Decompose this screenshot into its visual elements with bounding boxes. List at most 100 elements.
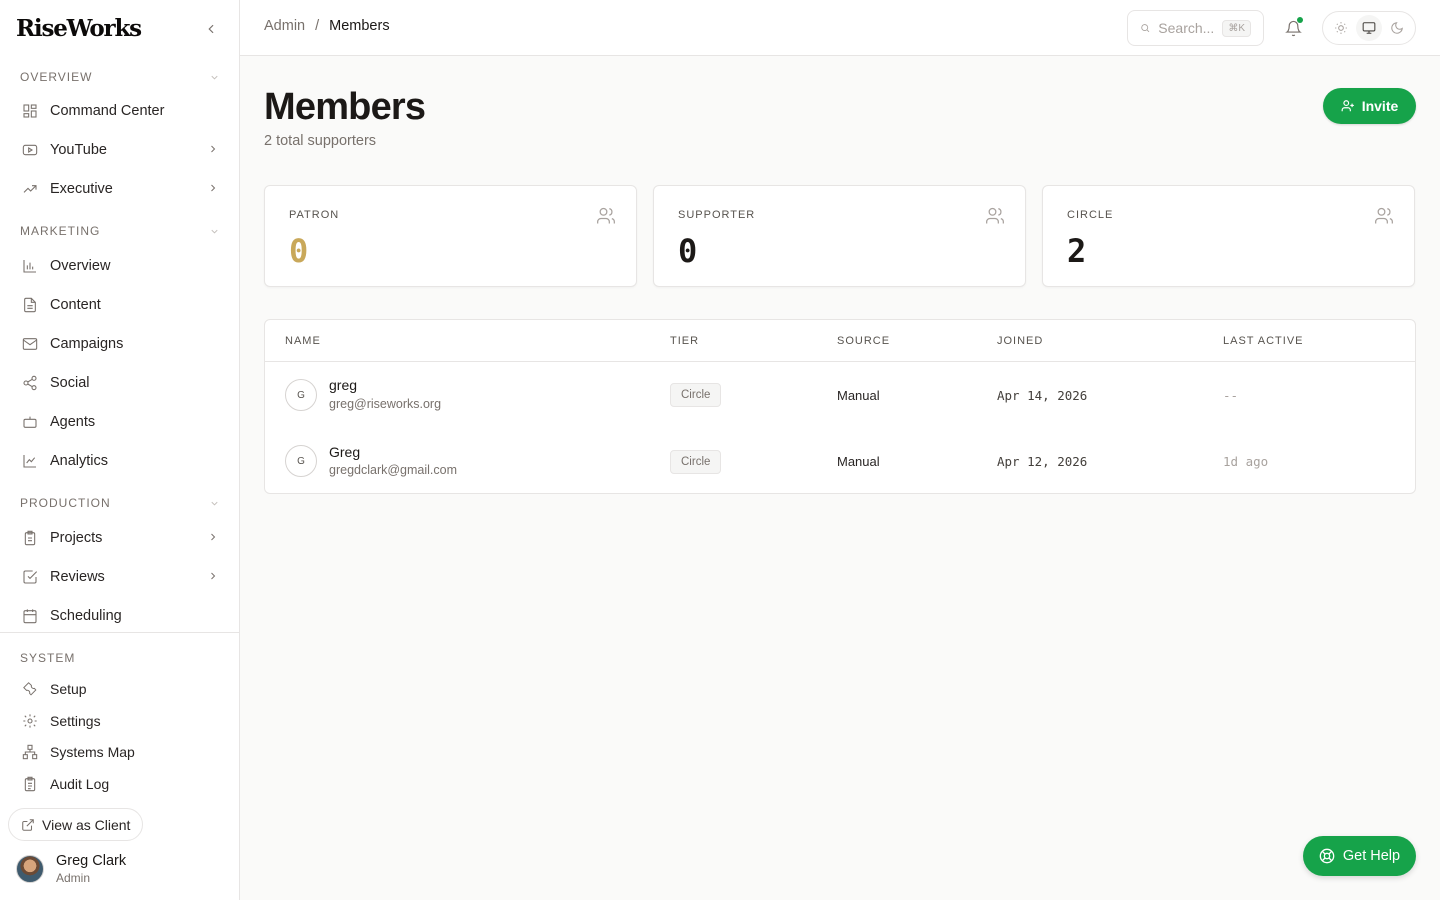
external-link-icon: [22, 818, 34, 831]
member-email: gregdclark@gmail.com: [329, 463, 458, 477]
trending-up-icon: [20, 179, 40, 199]
chevron-down-icon: [209, 72, 220, 83]
notifications-button[interactable]: [1282, 17, 1304, 39]
sidebar-item-social[interactable]: Social: [10, 366, 229, 400]
column-header-last-active[interactable]: LAST ACTIVE: [1223, 335, 1304, 347]
search-input[interactable]: Search... ⌘K: [1127, 10, 1264, 46]
chevron-right-icon: [207, 143, 219, 155]
table-row[interactable]: G greg greg@riseworks.org Circle Manual …: [265, 362, 1415, 428]
column-header-name[interactable]: NAME: [285, 335, 321, 347]
column-header-tier[interactable]: TIER: [670, 335, 699, 347]
notification-dot: [1297, 17, 1303, 23]
theme-system-button[interactable]: [1356, 15, 1382, 41]
line-chart-icon: [20, 451, 40, 471]
breadcrumb-admin[interactable]: Admin: [264, 18, 305, 34]
user-plus-icon: [1341, 100, 1354, 112]
table-header: NAME TIER SOURCE JOINED LAST ACTIVE: [265, 320, 1415, 362]
section-header-production[interactable]: PRODUCTION: [20, 493, 220, 513]
sidebar: RiseWorks OVERVIEW Command Center YouTub…: [0, 0, 240, 900]
member-avatar: G: [285, 445, 317, 477]
search-icon: [1141, 24, 1150, 33]
sidebar-item-content[interactable]: Content: [10, 288, 229, 322]
user-profile[interactable]: Greg Clark Admin: [16, 851, 126, 887]
clipboard-icon: [20, 528, 40, 548]
chevron-down-icon: [209, 498, 220, 509]
search-shortcut: ⌘K: [1222, 19, 1251, 37]
member-name: Greg: [329, 444, 361, 460]
stat-value: 2: [1067, 232, 1087, 270]
stat-card-patron: PATRON 0: [264, 185, 637, 287]
page-title: Members: [264, 86, 426, 128]
chevron-left-icon: [208, 24, 214, 34]
member-source: Manual: [837, 388, 880, 403]
members-table: NAME TIER SOURCE JOINED LAST ACTIVE G gr…: [264, 319, 1416, 494]
moon-icon: [1391, 22, 1403, 34]
theme-light-button[interactable]: [1328, 15, 1354, 41]
sidebar-item-audit-log[interactable]: Audit Log: [10, 770, 229, 798]
get-help-button[interactable]: Get Help: [1303, 836, 1416, 876]
breadcrumb: Admin / Members: [264, 18, 390, 34]
brand-logo[interactable]: RiseWorks: [16, 14, 142, 42]
sidebar-item-reviews[interactable]: Reviews: [10, 560, 229, 594]
column-header-source[interactable]: SOURCE: [837, 335, 890, 347]
sidebar-nav[interactable]: OVERVIEW Command Center YouTube Executiv…: [0, 56, 239, 633]
breadcrumb-current: Members: [329, 18, 390, 34]
check-square-icon: [20, 567, 40, 587]
chevron-right-icon: [207, 531, 219, 543]
sidebar-item-command-center[interactable]: Command Center: [10, 94, 229, 128]
view-as-client-button[interactable]: View as Client: [8, 808, 144, 841]
wrench-icon: [20, 679, 40, 699]
monitor-icon: [1362, 22, 1376, 34]
theme-switcher: [1322, 11, 1416, 45]
sidebar-item-settings[interactable]: Settings: [10, 707, 229, 735]
user-role: Admin: [56, 871, 91, 885]
stat-value: 0: [678, 232, 698, 270]
sidebar-item-systems-map[interactable]: Systems Map: [10, 738, 229, 766]
gear-icon: [20, 711, 40, 731]
bot-icon: [20, 412, 40, 432]
theme-dark-button[interactable]: [1384, 15, 1410, 41]
grid-icon: [20, 101, 40, 121]
youtube-icon: [20, 140, 40, 160]
sidebar-item-executive[interactable]: Executive: [10, 172, 229, 206]
bar-chart-icon: [20, 256, 40, 276]
section-header-marketing[interactable]: MARKETING: [20, 221, 220, 241]
section-header-overview[interactable]: OVERVIEW: [20, 67, 220, 87]
member-joined: Apr 12, 2026: [997, 454, 1088, 469]
stat-value: 0: [289, 232, 309, 270]
stat-card-circle: CIRCLE 2: [1042, 185, 1415, 287]
calendar-icon: [20, 606, 40, 626]
column-header-joined[interactable]: JOINED: [997, 335, 1043, 347]
sidebar-item-agents[interactable]: Agents: [10, 405, 229, 439]
sidebar-item-youtube[interactable]: YouTube: [10, 133, 229, 167]
section-header-system: SYSTEM: [20, 651, 76, 665]
chevron-right-icon: [207, 182, 219, 194]
sidebar-divider: [0, 632, 239, 633]
sidebar-item-campaigns[interactable]: Campaigns: [10, 327, 229, 361]
member-avatar: G: [285, 379, 317, 411]
chevron-right-icon: [207, 570, 219, 582]
clipboard-list-icon: [20, 774, 40, 794]
life-buoy-icon: [1319, 848, 1335, 864]
sidebar-item-overview[interactable]: Overview: [10, 249, 229, 283]
sidebar-item-projects[interactable]: Projects: [10, 521, 229, 555]
breadcrumb-separator: /: [315, 18, 320, 34]
member-source: Manual: [837, 454, 880, 469]
collapse-sidebar-button[interactable]: [200, 18, 222, 40]
table-row[interactable]: G Greg gregdclark@gmail.com Circle Manua…: [265, 428, 1415, 494]
users-icon: [596, 206, 616, 226]
tier-badge: Circle: [670, 450, 722, 474]
mail-icon: [20, 334, 40, 354]
sidebar-item-scheduling[interactable]: Scheduling: [10, 599, 229, 633]
sidebar-item-setup[interactable]: Setup: [10, 675, 229, 703]
member-last-active: 1d ago: [1223, 454, 1269, 469]
sun-icon: [1335, 22, 1347, 34]
sidebar-item-analytics[interactable]: Analytics: [10, 444, 229, 478]
chevron-down-icon: [209, 226, 220, 237]
invite-button[interactable]: Invite: [1323, 88, 1416, 124]
page-subtitle: 2 total supporters: [264, 133, 377, 149]
user-name: Greg Clark: [56, 853, 127, 869]
member-joined: Apr 14, 2026: [997, 388, 1088, 403]
member-email: greg@riseworks.org: [329, 397, 442, 411]
topbar: Admin / Members Search... ⌘K: [240, 0, 1440, 56]
